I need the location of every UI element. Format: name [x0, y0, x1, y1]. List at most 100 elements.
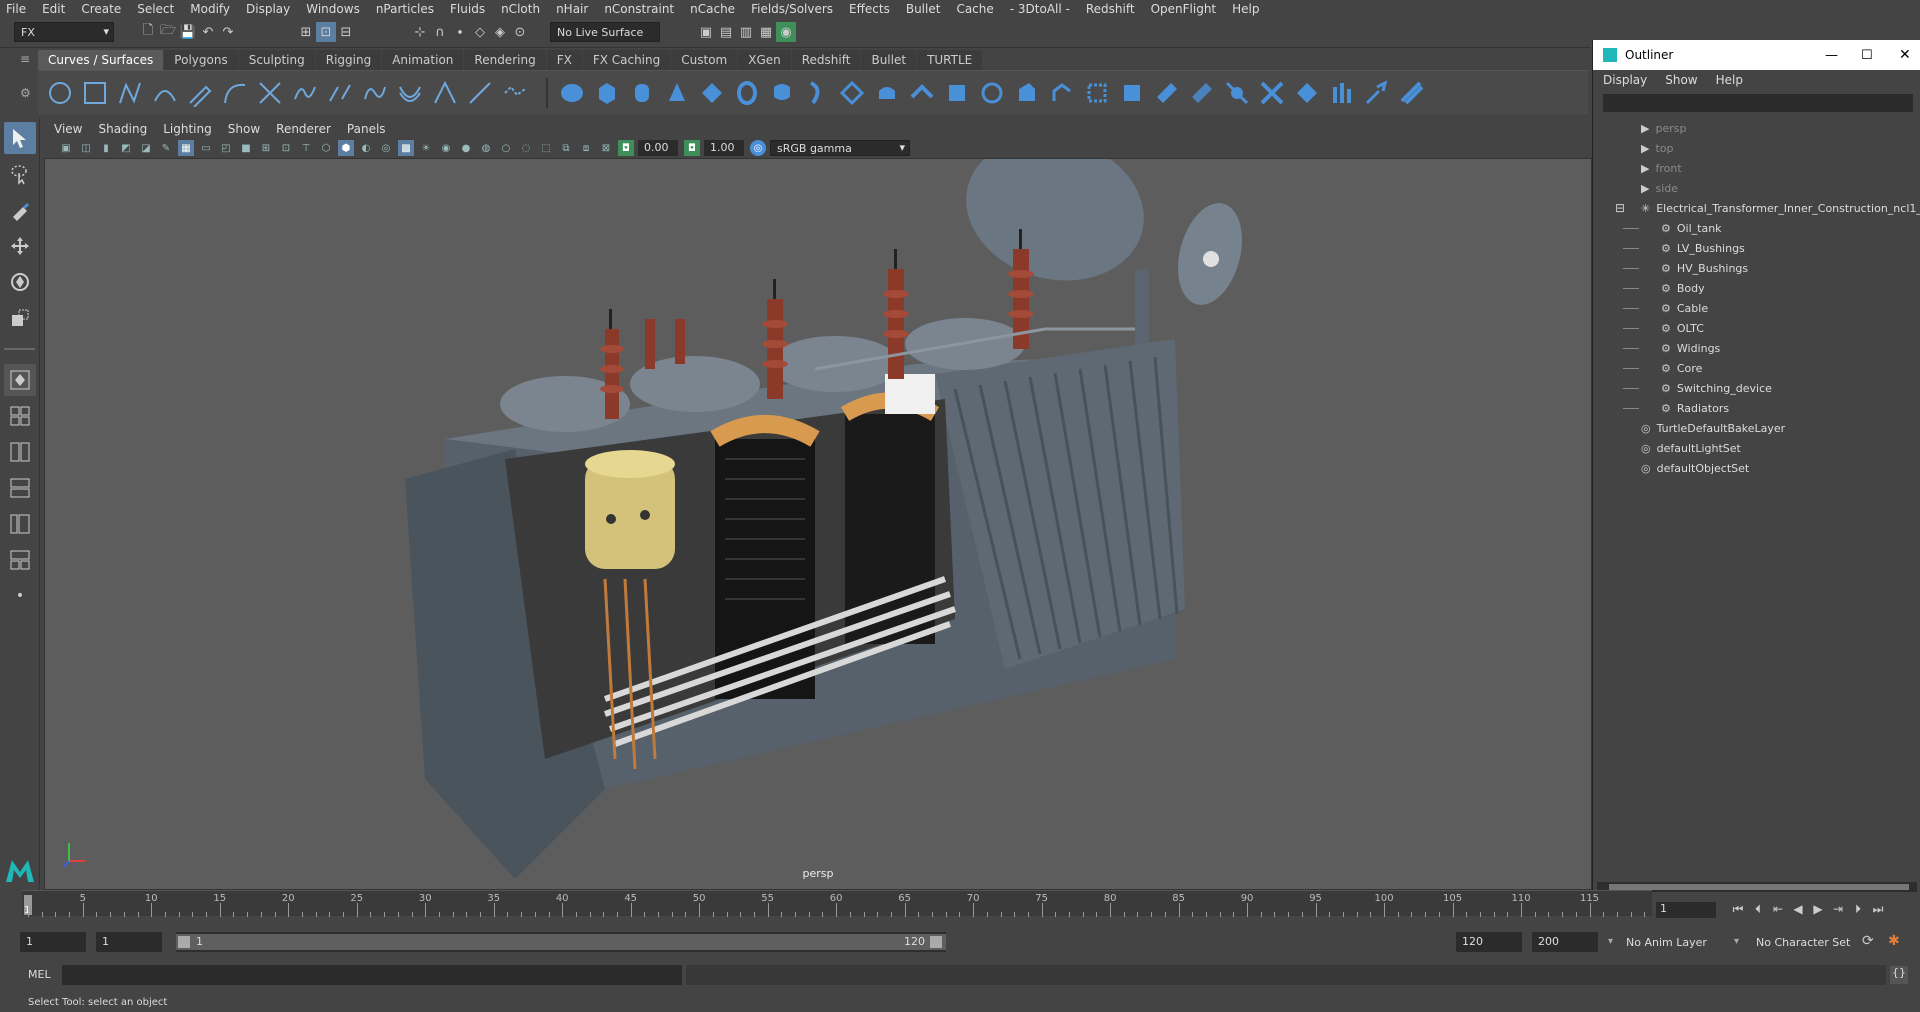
menu-file[interactable]: File	[6, 2, 26, 16]
birail-icon[interactable]	[908, 79, 936, 107]
color-management-icon[interactable]: ◎	[750, 140, 766, 156]
screen-space-ao-icon[interactable]: ●	[458, 140, 474, 156]
image-plane-icon[interactable]: ◩	[118, 140, 134, 156]
menu-bullet[interactable]: Bullet	[906, 2, 941, 16]
ipr-render-icon[interactable]: ▥	[736, 22, 756, 42]
ep-curve-icon[interactable]	[151, 79, 179, 107]
attach-surface-icon[interactable]	[1223, 79, 1251, 107]
playback-end-field[interactable]: 120	[1456, 932, 1522, 952]
safe-title-icon[interactable]: ⊤	[298, 140, 314, 156]
play-backwards-icon[interactable]: ◀	[1788, 902, 1808, 916]
nurbs-cone-icon[interactable]	[663, 79, 691, 107]
isolate-select-icon[interactable]: ⬚	[538, 140, 554, 156]
loft-icon[interactable]	[803, 79, 831, 107]
snap-curve-icon[interactable]: ∩	[430, 22, 450, 42]
step-back-frame-icon[interactable]: ⏴	[1748, 902, 1768, 917]
menu-ncloth[interactable]: nCloth	[501, 2, 540, 16]
outliner-item-camera-front[interactable]: ▶ front	[1641, 158, 1682, 178]
intersect-icon[interactable]	[1188, 79, 1216, 107]
motion-blur-icon[interactable]: ◍	[478, 140, 494, 156]
attach-curve-icon[interactable]	[291, 79, 319, 107]
fillet-curve-icon[interactable]	[431, 79, 459, 107]
shelf-tab-redshift[interactable]: Redshift	[791, 50, 861, 70]
grid-icon[interactable]: ▦	[178, 140, 194, 156]
live-surface-field[interactable]: No Live Surface	[550, 22, 660, 42]
bookmark-icon[interactable]: ▮	[98, 140, 114, 156]
grease-pencil-icon[interactable]: ✎	[158, 140, 174, 156]
multisample-aa-icon[interactable]: ○	[498, 140, 514, 156]
rebuild-curve-icon[interactable]	[361, 79, 389, 107]
shadows-icon[interactable]: ◉	[438, 140, 454, 156]
smooth-shade-icon[interactable]: ⬢	[338, 140, 354, 156]
shelf-tab-custom[interactable]: Custom	[671, 50, 738, 70]
panel-menu-view[interactable]: View	[54, 122, 82, 136]
2d-pan-zoom-icon[interactable]: ◪	[138, 140, 154, 156]
select-tool-icon[interactable]	[4, 122, 36, 154]
xray-icon[interactable]: ⧉	[558, 140, 574, 156]
bevel-plus-icon[interactable]	[1048, 79, 1076, 107]
paint-select-tool-icon[interactable]	[4, 194, 36, 226]
gate-mask-icon[interactable]: ■	[238, 140, 254, 156]
bevel-icon[interactable]	[1013, 79, 1041, 107]
panel-menu-panels[interactable]: Panels	[347, 122, 386, 136]
planar-icon[interactable]	[838, 79, 866, 107]
nurbs-cube-icon[interactable]	[593, 79, 621, 107]
outliner-item-body[interactable]: ⚙ Body	[1661, 278, 1705, 298]
outliner-item-radiators[interactable]: ⚙ Radiators	[1661, 398, 1729, 418]
shelf-tab-turtle[interactable]: TURTLE	[917, 50, 983, 70]
undo-icon[interactable]: ↶	[198, 22, 218, 42]
menu-display[interactable]: Display	[246, 2, 290, 16]
shelf-tab-curves-surfaces[interactable]: Curves / Surfaces	[38, 50, 164, 70]
close-button[interactable]: ✕	[1899, 47, 1911, 63]
surface-editing-icon[interactable]	[1398, 79, 1426, 107]
rotate-tool-icon[interactable]	[4, 266, 36, 298]
outliner-item-defaultobjectset[interactable]: ◎ defaultObjectSet	[1641, 458, 1749, 478]
bezier-curve-icon[interactable]	[501, 79, 529, 107]
graph-persp-layout-icon[interactable]	[4, 544, 36, 576]
redo-icon[interactable]: ↷	[218, 22, 238, 42]
script-editor-icon[interactable]: {}	[1890, 966, 1908, 984]
outliner-item-widings[interactable]: ⚙ Widings	[1661, 338, 1720, 358]
menu-openflight[interactable]: OpenFlight	[1151, 2, 1217, 16]
four-view-layout-icon[interactable]	[4, 400, 36, 432]
nurbs-torus-icon[interactable]	[733, 79, 761, 107]
revolve-icon[interactable]	[768, 79, 796, 107]
use-all-lights-icon[interactable]: ☀	[418, 140, 434, 156]
menu-3dtoall[interactable]: - 3DtoAll -	[1010, 2, 1070, 16]
chevron-down-icon[interactable]: ▾	[1608, 936, 1613, 947]
xray-joints-icon[interactable]: ⊠	[598, 140, 614, 156]
time-slider[interactable]: 1 5 10 15 20 25 30 35 40 45 50 55 60 65 70 75 80 85 90 95 1…	[22, 890, 1659, 917]
menu-ncache[interactable]: nCache	[690, 2, 735, 16]
more-layouts-icon[interactable]: •	[4, 580, 36, 612]
wireframe-on-shaded-icon[interactable]: ◎	[378, 140, 394, 156]
gamma-field[interactable]: 1.00	[704, 140, 744, 156]
pencil-curve-icon[interactable]	[186, 79, 214, 107]
trim-tool-icon[interactable]	[1083, 79, 1111, 107]
cv-curve-icon[interactable]	[116, 79, 144, 107]
film-gate-icon[interactable]: ▭	[198, 140, 214, 156]
nurbs-cylinder-icon[interactable]	[628, 79, 656, 107]
field-chart-icon[interactable]: ⊞	[258, 140, 274, 156]
outliner-item-camera-top[interactable]: ▶ top	[1641, 138, 1674, 158]
panel-menu-renderer[interactable]: Renderer	[276, 122, 331, 136]
range-slider[interactable]: 1 120	[176, 932, 946, 952]
wireframe-icon[interactable]: ⬡	[318, 140, 334, 156]
xray-active-icon[interactable]: ⧈	[578, 140, 594, 156]
shelf-tab-sculpting[interactable]: Sculpting	[238, 50, 315, 70]
outliner-item-core[interactable]: ⚙ Core	[1661, 358, 1702, 378]
shelf-tab-xgen[interactable]: XGen	[738, 50, 791, 70]
character-set-dropdown[interactable]: No Character Set	[1756, 936, 1850, 949]
align-surface-icon[interactable]	[1293, 79, 1321, 107]
detach-surface-icon[interactable]	[1258, 79, 1286, 107]
outliner-item-turtledefaultbakelayer[interactable]: ◎ TurtleDefaultBakeLayer	[1641, 418, 1785, 438]
menu-select[interactable]: Select	[137, 2, 174, 16]
two-pane-side-layout-icon[interactable]	[4, 436, 36, 468]
shelf-tab-rendering[interactable]: Rendering	[464, 50, 546, 70]
shelf-tab-polygons[interactable]: Polygons	[164, 50, 238, 70]
use-default-material-icon[interactable]: ◐	[358, 140, 374, 156]
boundary-icon[interactable]	[943, 79, 971, 107]
outliner-item-defaultlightset[interactable]: ◎ defaultLightSet	[1641, 438, 1741, 458]
open-scene-icon[interactable]: 🗁	[158, 22, 178, 42]
outliner-item-hv-bushings[interactable]: ⚙ HV_Bushings	[1661, 258, 1748, 278]
extend-curve-icon[interactable]	[466, 79, 494, 107]
